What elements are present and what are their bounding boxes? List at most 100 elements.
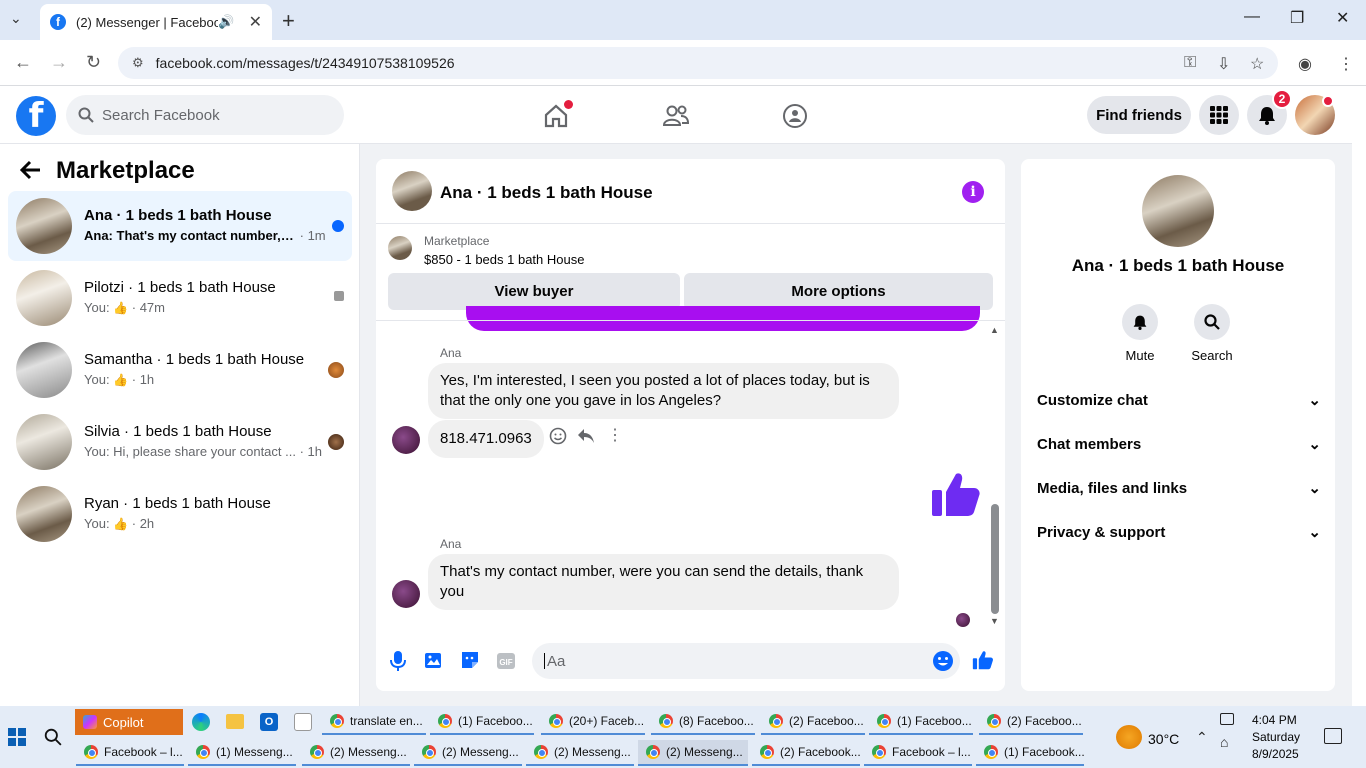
meet-now-icon[interactable] [1220,713,1234,725]
conversation-item[interactable]: Pilotzi · 1 beds 1 bath House You: 👍 · 4… [8,263,352,333]
message-input[interactable]: Aa [532,643,960,679]
taskbar-window-button[interactable]: (1) Facebook... [976,740,1084,766]
facebook-logo-icon[interactable]: f [16,96,56,136]
weather-icon[interactable] [1116,725,1142,749]
scroll-up-arrow-icon[interactable]: ▲ [990,325,999,335]
chat-scrollbar-thumb[interactable] [991,504,999,614]
minimize-icon[interactable]: — [1244,8,1260,26]
sent-message-bubble[interactable] [466,306,980,331]
store-icon[interactable] [294,713,312,731]
taskbar-window-button[interactable]: (1) Faceboo... [430,709,534,735]
close-tab-icon[interactable]: ✕ [249,12,262,32]
taskbar-window-button[interactable]: (8) Faceboo... [651,709,755,735]
privacy-support-section[interactable]: Privacy & support ⌄ [1037,523,1321,542]
windows-start-icon[interactable] [8,728,26,746]
site-info-icon[interactable]: ⚙ [132,55,144,71]
conversation-item[interactable]: Ryan · 1 beds 1 bath House You: 👍 · 2h [8,479,352,549]
svg-text:GIF: GIF [499,658,512,667]
taskbar-window-button[interactable]: translate en... [322,709,426,735]
info-icon[interactable]: i [962,181,984,203]
bookmark-star-icon[interactable]: ☆ [1250,54,1264,74]
microphone-icon[interactable] [388,650,408,672]
more-actions-icon[interactable]: ⋮ [607,428,623,444]
taskbar-window-button[interactable]: (2) Faceboo... [761,709,865,735]
copilot-taskbar-button[interactable]: Copilot [75,709,183,735]
customize-chat-section[interactable]: Customize chat ⌄ [1037,391,1321,410]
received-message-bubble[interactable]: That's my contact number, were you can s… [428,554,899,610]
received-message-bubble[interactable]: Yes, I'm interested, I seen you posted a… [428,363,899,419]
browser-menu-icon[interactable]: ⋮ [1338,54,1354,74]
more-options-button[interactable]: More options [684,273,993,310]
window-close-icon[interactable]: ✕ [1336,8,1349,28]
view-buyer-button[interactable]: View buyer [388,273,680,310]
contact-avatar[interactable] [1142,175,1214,247]
reply-icon[interactable] [577,428,595,444]
sender-avatar[interactable] [392,580,420,608]
media-files-links-section[interactable]: Media, files and links ⌄ [1037,479,1321,498]
taskbar-window-button[interactable]: (20+) Faceb... [541,709,645,735]
photo-icon[interactable] [424,650,444,670]
chrome-icon [987,714,1001,728]
taskbar-window-button-active[interactable]: (2) Messeng... [638,740,748,766]
mute-button[interactable]: Mute [1110,304,1170,363]
friends-icon[interactable] [660,100,692,132]
temperature[interactable]: 30°C [1148,731,1179,747]
gif-icon[interactable]: GIF [496,652,516,670]
tab-list-chevron-icon[interactable]: ⌄ [10,10,22,27]
listing-price[interactable]: $850 - 1 beds 1 bath House [424,252,584,267]
large-like-icon[interactable] [930,468,982,520]
new-tab-plus-icon[interactable]: + [282,8,295,34]
taskbar-window-button[interactable]: (2) Messeng... [302,740,410,766]
react-smiley-icon[interactable] [549,427,567,445]
taskbar-window-button[interactable]: (2) Messeng... [414,740,522,766]
taskbar-window-button[interactable]: (2) Messeng... [526,740,634,766]
url-bar[interactable]: ⚙ facebook.com/messages/t/24349107538109… [118,47,1278,79]
chat-title[interactable]: Ana · 1 beds 1 bath House [440,183,653,203]
back-arrow-icon[interactable] [20,160,42,180]
notification-center-icon[interactable] [1324,728,1342,744]
taskbar-window-button[interactable]: Facebook – l... [76,740,184,766]
speaker-icon[interactable]: 🔊 [218,14,234,30]
back-arrow-icon[interactable]: ← [14,52,32,73]
sender-name: Ana [440,346,462,360]
find-friends-button[interactable]: Find friends [1087,96,1191,134]
conversation-item[interactable]: Silvia · 1 beds 1 bath House You: Hi, pl… [8,407,352,477]
taskbar-window-button[interactable]: Facebook – l... [864,740,972,766]
taskbar-window-button[interactable]: (1) Messeng... [188,740,296,766]
groups-icon[interactable] [779,100,811,132]
network-icon[interactable]: ⌂ [1220,734,1228,750]
sender-avatar[interactable] [392,426,420,454]
tray-chevron-up-icon[interactable]: ⌃ [1196,729,1208,746]
file-explorer-icon[interactable] [226,714,244,729]
system-clock[interactable]: 4:04 PM Saturday 8/9/2025 [1252,712,1300,763]
reload-icon[interactable]: ↻ [86,52,101,73]
forward-arrow-icon[interactable]: → [50,52,68,73]
browser-tab[interactable]: f (2) Messenger | Facebook 🔊 ✕ [40,4,272,40]
conversation-name: Ana · 1 beds 1 bath House [84,207,272,224]
install-app-icon[interactable]: ⇩ [1217,54,1230,74]
chat-members-section[interactable]: Chat members ⌄ [1037,435,1321,454]
password-key-icon[interactable]: ⚿ [1184,54,1196,72]
search-icon[interactable] [44,728,62,746]
search-in-conversation-button[interactable]: Search [1182,304,1242,363]
profile-icon[interactable]: ◉ [1298,54,1312,74]
chrome-icon [84,745,98,759]
sticker-icon[interactable] [460,650,480,670]
taskbar-window-button[interactable]: (1) Faceboo... [869,709,973,735]
outlook-icon[interactable]: O [260,713,278,731]
send-like-icon[interactable] [972,649,994,671]
conversation-item[interactable]: Samantha · 1 beds 1 bath House You: 👍 · … [8,335,352,405]
search-facebook-input[interactable]: Search Facebook [66,95,344,135]
conversation-item[interactable]: Ana · 1 beds 1 bath House Ana: That's my… [8,191,352,261]
maximize-icon[interactable]: ❐ [1290,8,1304,28]
emoji-icon[interactable] [932,650,954,672]
listing-thumbnail[interactable] [388,236,412,260]
scroll-down-arrow-icon[interactable]: ▼ [990,616,999,626]
page-scrollbar[interactable] [1352,86,1366,706]
menu-grid-icon[interactable] [1199,95,1239,135]
taskbar-window-button[interactable]: (2) Faceboo... [979,709,1083,735]
taskbar-window-button[interactable]: (2) Facebook... [752,740,860,766]
received-message-bubble[interactable]: 818.471.0963 [428,420,544,458]
edge-icon[interactable] [192,713,210,731]
chat-avatar[interactable] [392,171,432,211]
